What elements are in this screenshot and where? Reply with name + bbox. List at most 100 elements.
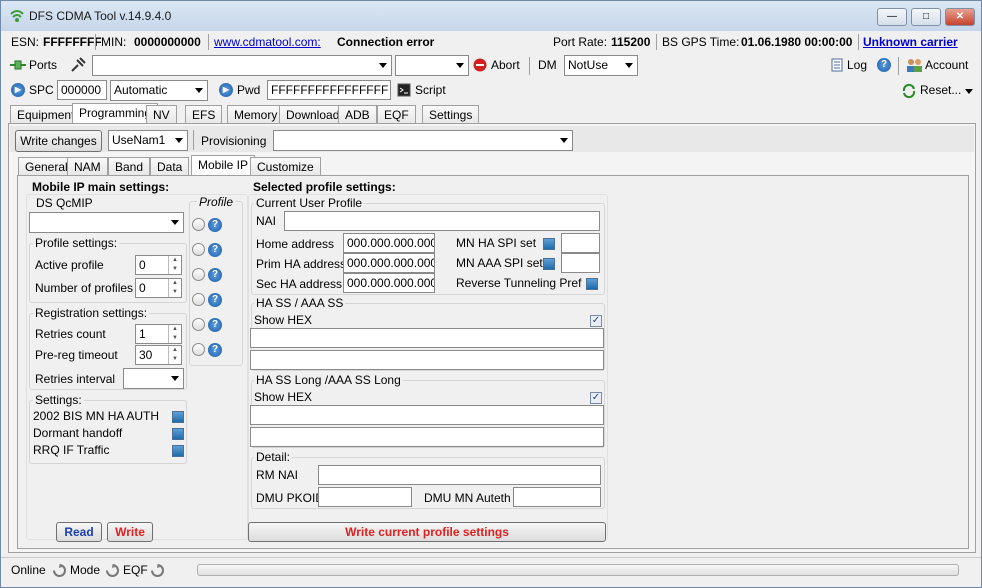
dmu-pkoid-input[interactable]: [318, 487, 412, 507]
pwd-read-icon[interactable]: ▶: [219, 83, 233, 97]
help-icon[interactable]: ?: [877, 58, 891, 72]
profile-help-icon-5[interactable]: ?: [208, 343, 222, 357]
log-icon[interactable]: [831, 58, 843, 72]
tab-download[interactable]: Download: [279, 105, 347, 124]
write-button[interactable]: Write: [107, 522, 153, 542]
profile-radio-0[interactable]: [192, 218, 205, 231]
mn-ha-spi-input[interactable]: [561, 233, 600, 253]
tab-adb[interactable]: ADB: [338, 105, 377, 124]
rrq-traffic-checkbox[interactable]: [172, 445, 184, 457]
account-label[interactable]: Account: [925, 58, 968, 72]
ds-qcmip-select[interactable]: [29, 212, 184, 233]
reverse-tunneling-checkbox[interactable]: [586, 278, 598, 290]
ha-ss-long-input[interactable]: [250, 405, 604, 425]
site-link[interactable]: www.cdmatool.com:: [214, 35, 321, 49]
spin-up-icon[interactable]: ▲: [168, 279, 181, 288]
aaa-ss-long-input[interactable]: [250, 427, 604, 447]
ha-ss-input[interactable]: [250, 328, 604, 348]
tab-equipment[interactable]: Equipment: [10, 105, 82, 124]
divider: [858, 34, 859, 50]
spin-down-icon[interactable]: ▼: [168, 334, 181, 343]
minimize-button[interactable]: —: [877, 8, 907, 26]
profile-help-icon-4[interactable]: ?: [208, 318, 222, 332]
ha-ss-long-show-hex-checkbox[interactable]: ✓: [590, 392, 602, 404]
subtab-mobile-ip[interactable]: Mobile IP: [191, 155, 256, 176]
connection-status: Connection error: [337, 35, 435, 49]
ha-ss-show-hex-checkbox[interactable]: ✓: [590, 315, 602, 327]
subtab-nam[interactable]: NAM: [67, 157, 108, 176]
script-icon[interactable]: [397, 83, 411, 97]
script-label[interactable]: Script: [415, 83, 446, 97]
profile-radio-4[interactable]: [192, 318, 205, 331]
retries-interval-select[interactable]: [123, 368, 184, 389]
reset-icon[interactable]: [901, 83, 917, 99]
nam-select[interactable]: UseNam1: [108, 130, 188, 151]
profile-help-icon-3[interactable]: ?: [208, 293, 222, 307]
mode-select[interactable]: Automatic: [110, 80, 208, 101]
reset-label[interactable]: Reset...: [920, 83, 961, 97]
profile-help-icon-0[interactable]: ?: [208, 218, 222, 232]
tab-efs[interactable]: EFS: [185, 105, 223, 124]
spin-down-icon[interactable]: ▼: [168, 288, 181, 297]
spin-up-icon[interactable]: ▲: [168, 325, 181, 334]
profile-radio-5[interactable]: [192, 343, 205, 356]
spin-up-icon[interactable]: ▲: [168, 256, 181, 265]
ports-label[interactable]: Ports: [29, 58, 57, 72]
dormant-handoff-checkbox[interactable]: [172, 428, 184, 440]
abort-icon[interactable]: [473, 58, 487, 72]
tab-nv[interactable]: NV: [146, 105, 177, 124]
carrier-link[interactable]: Unknown carrier: [863, 35, 958, 49]
ports-icon[interactable]: [9, 58, 27, 72]
aaa-ss-input[interactable]: [250, 350, 604, 370]
rm-nai-input[interactable]: [318, 465, 601, 485]
active-profile-stepper[interactable]: 0 ▲ ▼: [135, 255, 182, 275]
tab-memory[interactable]: Memory: [227, 105, 285, 124]
spc-input[interactable]: 000000: [57, 80, 107, 100]
reset-dropdown-icon[interactable]: [965, 89, 973, 94]
write-profile-button[interactable]: Write current profile settings: [248, 522, 606, 542]
spc-read-icon[interactable]: ▶: [11, 83, 25, 97]
dmu-mn-auth-input[interactable]: [513, 487, 601, 507]
bis-auth-checkbox[interactable]: [172, 411, 184, 423]
mn-ha-spi-checkbox[interactable]: [543, 238, 555, 250]
log-label[interactable]: Log: [847, 58, 867, 72]
sec-ha-input[interactable]: 000.000.000.000: [343, 273, 435, 293]
nai-input[interactable]: [284, 211, 600, 231]
provisioning-select[interactable]: [273, 130, 573, 151]
close-button[interactable]: ✕: [945, 8, 975, 26]
tab-eqf[interactable]: EQF: [377, 105, 416, 124]
registration-settings-label: Registration settings:: [33, 306, 150, 320]
spin-down-icon[interactable]: ▼: [168, 265, 181, 274]
subtab-data[interactable]: Data: [150, 157, 190, 176]
profile-radio-3[interactable]: [192, 293, 205, 306]
write-changes-button[interactable]: Write changes: [15, 130, 102, 152]
prereg-timeout-stepper[interactable]: 30 ▲ ▼: [135, 345, 182, 365]
port-mode-select[interactable]: [395, 55, 469, 76]
profile-help-icon-2[interactable]: ?: [208, 268, 222, 282]
tab-settings[interactable]: Settings: [422, 105, 480, 124]
pwd-input[interactable]: FFFFFFFFFFFFFFFF: [267, 80, 391, 100]
plug-icon[interactable]: [69, 56, 87, 74]
toolbar-spc: ▶ SPC 000000 Automatic ▶ Pwd FFFFFFFFFFF…: [1, 79, 981, 103]
retries-count-stepper[interactable]: 1 ▲ ▼: [135, 324, 182, 344]
spc-label: SPC: [29, 83, 54, 97]
subtab-customize[interactable]: Customize: [250, 157, 321, 176]
profile-radio-2[interactable]: [192, 268, 205, 281]
progress-bar: [197, 564, 959, 576]
spin-up-icon[interactable]: ▲: [168, 346, 181, 355]
num-profiles-stepper[interactable]: 0 ▲ ▼: [135, 278, 182, 298]
home-address-input[interactable]: 000.000.000.000: [343, 233, 435, 253]
profile-radio-1[interactable]: [192, 243, 205, 256]
mn-aaa-spi-input[interactable]: [561, 253, 600, 273]
subtab-band[interactable]: Band: [108, 157, 151, 176]
prim-ha-input[interactable]: 000.000.000.000: [343, 253, 435, 273]
profile-help-icon-1[interactable]: ?: [208, 243, 222, 257]
account-icon[interactable]: [905, 57, 923, 73]
read-button[interactable]: Read: [56, 522, 102, 542]
spin-down-icon[interactable]: ▼: [168, 355, 181, 364]
port-select[interactable]: [92, 55, 392, 76]
abort-label[interactable]: Abort: [491, 58, 520, 72]
mn-aaa-spi-checkbox[interactable]: [543, 258, 555, 270]
maximize-button[interactable]: □: [911, 8, 941, 26]
dm-select[interactable]: NotUse: [564, 55, 638, 76]
